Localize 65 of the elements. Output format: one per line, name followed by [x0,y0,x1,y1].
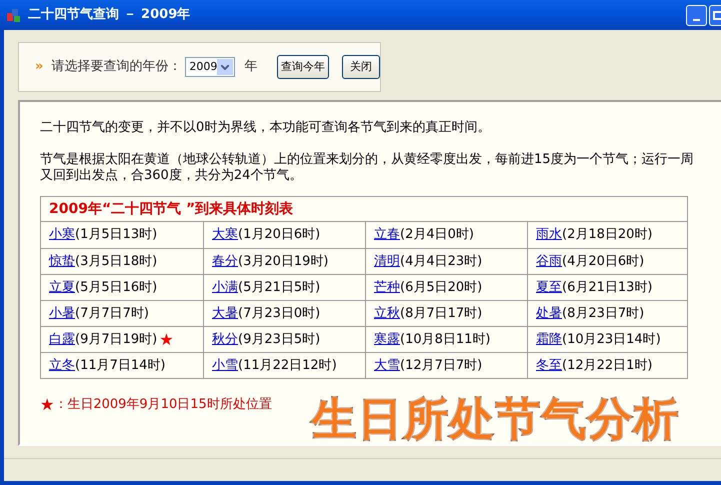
solar-term-link[interactable]: 小雪 [212,356,238,376]
app-icon [6,7,22,23]
solar-term-link[interactable]: 白露 [49,330,75,350]
year-suffix: 年 [244,58,258,76]
solar-term-link[interactable]: 小寒 [49,225,75,245]
term-time: (11月7日14时) [75,356,166,375]
solar-term-link[interactable]: 立夏 [49,278,75,298]
window-title: 二十四节气查询 － 2009年 [28,6,190,24]
term-time: (5月5日16时) [75,278,158,297]
solar-term-link[interactable]: 立冬 [49,356,75,376]
year-label: 请选择要查询的年份： [51,58,182,76]
caption-overlay: 生日所处节气分析 [312,393,680,447]
term-time: (12月22日1时) [562,356,652,375]
query-button[interactable]: 查询今年 [277,55,329,79]
solar-term-link[interactable]: 寒露 [374,330,400,350]
table-title: 2009年“二十四节气 ”到来具体时刻表 [41,197,687,222]
intro-text: 二十四节气的变更，并不以0时为界线，本功能可查询各节气到来的真正时间。 [40,120,492,136]
legend-marker: ★ [40,394,54,416]
legend-text: ：生日2009年9月10日15时所处位置 [54,396,272,414]
solar-term-link[interactable]: 大寒 [212,225,238,245]
term-time: (4月4日23时) [400,252,482,271]
term-time: (3月20日19时) [238,252,328,271]
term-time: (1月5日13时) [75,226,158,244]
term-time: (9月23日5时) [238,330,320,349]
solar-term-link[interactable]: 大暑 [212,304,238,324]
solar-term-link[interactable]: 清明 [374,252,400,272]
year-select[interactable]: 2009 [185,57,236,77]
term-time: (4月20日6时) [562,252,644,271]
term-time: (1月20日6时) [238,226,320,244]
term-time: (7月23日0时) [238,304,320,323]
term-time: (6月21日13时) [562,278,652,297]
solar-term-link[interactable]: 立秋 [374,304,400,324]
term-time: (5月21日5时) [238,278,320,297]
term-time: (6月5日20时) [400,278,482,297]
birthday-marker: ★ [159,328,174,350]
term-time: (12月7日7时) [400,356,482,375]
solar-term-link[interactable]: 芒种 [374,278,400,298]
arrow-marker: » [35,58,44,76]
solar-term-link[interactable]: 夏至 [536,278,562,298]
solar-term-link[interactable]: 惊蛰 [49,252,75,272]
term-time: (9月7日19时) [75,330,158,349]
solar-term-link[interactable]: 霜降 [536,330,562,350]
intro-text: 节气是根据太阳在黄道（地球公转轨道）上的位置来划分的，从黄经零度出发，每前进15度为一个节气；运行一周又回到出发点，合360度，共分为24个节气。 [40,152,695,184]
solar-term-link[interactable]: 春分 [212,252,238,272]
minimize-button[interactable] [686,4,707,26]
term-time: (3月5日18时) [75,252,158,271]
term-time: (8月23日7时) [562,304,644,323]
solar-term-link[interactable]: 处暑 [536,304,562,324]
maximize-button[interactable] [709,4,721,26]
term-time: (10月8日11时) [400,330,490,349]
term-time: (2月4日0时) [400,226,474,244]
term-time: (7月7日7时) [75,304,149,323]
solar-term-link[interactable]: 小暑 [49,304,75,324]
solar-term-link[interactable]: 雨水 [536,225,562,245]
solar-term-link[interactable]: 大雪 [374,356,400,376]
solar-term-link[interactable]: 秋分 [212,330,238,350]
solar-term-link[interactable]: 冬至 [536,356,562,376]
term-time: (2月18日20时) [562,226,652,244]
term-time: (8月7日17时) [400,304,482,323]
solar-term-link[interactable]: 立春 [374,225,400,245]
solar-term-link[interactable]: 谷雨 [536,252,562,272]
term-time: (11月22日12时) [238,356,337,375]
solar-term-link[interactable]: 小满 [212,278,238,298]
close-button[interactable]: 关闭 [342,55,380,79]
term-time: (10月23日14时) [562,330,661,349]
